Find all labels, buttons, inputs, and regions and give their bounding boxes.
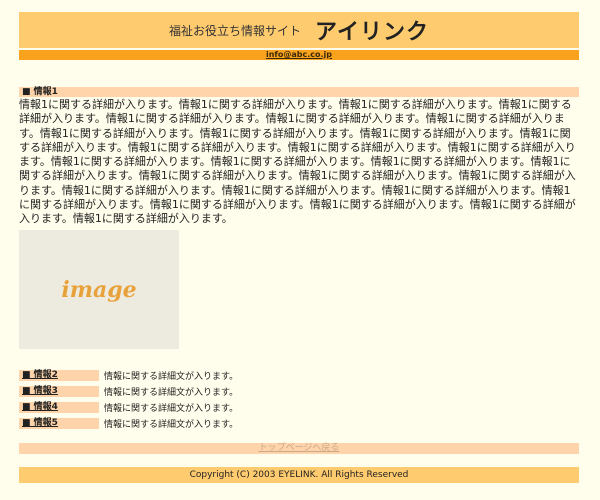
info-link-5[interactable]: ■ 情報5 [22,418,58,428]
info-label: ■ 情報3 [19,385,99,397]
info-link-4[interactable]: ■ 情報4 [22,402,58,412]
email-bar: info@abc.co.jp [19,50,579,60]
list-item: ■ 情報4 情報に関する詳細文が入ります。 [19,399,579,415]
info-description: 情報に関する詳細文が入ります。 [104,419,239,430]
info-link-3[interactable]: ■ 情報3 [22,386,58,396]
site-tagline: 福祉お役立ち情報サイト [169,23,302,38]
image-placeholder-label: image [61,276,137,303]
info-list: ■ 情報2 情報に関する詳細文が入ります。 ■ 情報3 情報に関する詳細文が入り… [19,367,579,431]
info-label: ■ 情報2 [19,369,99,381]
info-label: ■ 情報5 [19,417,99,429]
info-description: 情報に関する詳細文が入ります。 [104,371,239,382]
info-label: ■ 情報4 [19,401,99,413]
info-link-2[interactable]: ■ 情報2 [22,370,58,380]
list-item: ■ 情報3 情報に関する詳細文が入ります。 [19,383,579,399]
info-description: 情報に関する詳細文が入ります。 [104,387,239,398]
info-description: 情報に関する詳細文が入ります。 [104,403,239,414]
section-title: ■ 情報1 [19,87,579,97]
site-name: アイリンク [315,20,429,45]
site-header: 福祉お役立ち情報サイト アイリンク [19,12,579,48]
image-placeholder: image [19,230,179,349]
section-body: 情報1に関する詳細が入ります。情報1に関する詳細が入ります。情報1に関する詳細が… [19,98,576,226]
list-item: ■ 情報5 情報に関する詳細文が入ります。 [19,415,579,431]
back-to-top-link[interactable]: トップページへ戻る [259,443,340,454]
email-link[interactable]: info@abc.co.jp [266,50,332,60]
list-item: ■ 情報2 情報に関する詳細文が入ります。 [19,367,579,383]
copyright-footer: Copyright (C) 2003 EYELINK. All Rights R… [19,467,579,483]
top-link-bar: トップページへ戻る [19,443,579,454]
